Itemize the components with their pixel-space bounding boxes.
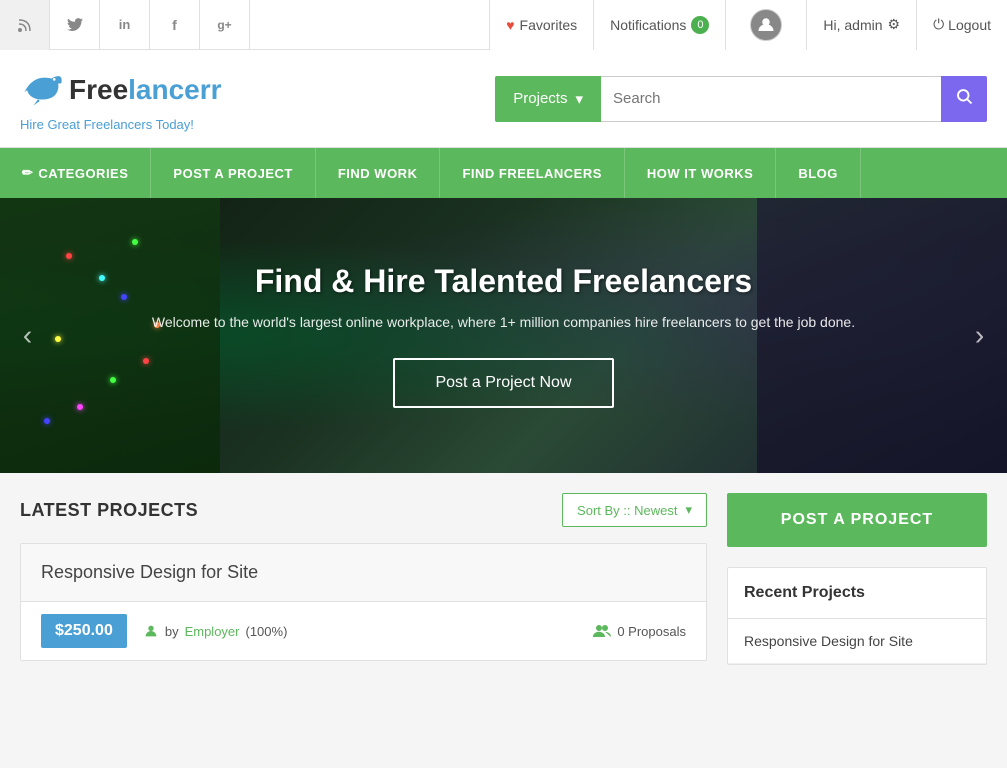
top-bar: in f g+ ♥ Favorites Notifications 0 Hi, …: [0, 0, 1007, 50]
nav-how-it-works[interactable]: HOW IT WORKS: [625, 148, 776, 198]
notifications-button[interactable]: Notifications 0: [593, 0, 725, 50]
project-price: $250.00: [41, 614, 127, 648]
find-freelancers-label: FIND FREELANCERS: [462, 166, 601, 181]
recent-project-item[interactable]: Responsive Design for Site: [728, 619, 986, 664]
author-prefix: by: [165, 624, 179, 639]
projects-label: Projects: [513, 90, 567, 107]
projects-dropdown-button[interactable]: Projects ▾: [495, 76, 601, 122]
favorites-label: Favorites: [520, 17, 578, 33]
categories-label: CATEGORIES: [38, 166, 128, 181]
hero-next-button[interactable]: ›: [962, 318, 997, 353]
logout-label: Logout: [948, 17, 991, 33]
avatar-button[interactable]: [725, 0, 806, 50]
googleplus-icon[interactable]: g+: [200, 0, 250, 50]
blog-label: BLOG: [798, 166, 838, 181]
author-link[interactable]: Employer: [185, 624, 240, 639]
hero-cta-button[interactable]: Post a Project Now: [393, 358, 613, 408]
header: Freelancerr Hire Great Freelancers Today…: [0, 50, 1007, 148]
sort-label: Sort By :: Newest: [577, 503, 677, 518]
nav-find-freelancers[interactable]: FIND FREELANCERS: [440, 148, 624, 198]
search-area: Projects ▾: [495, 76, 987, 122]
social-icons: in f g+: [0, 0, 250, 50]
latest-projects-title: LATEST PROJECTS: [20, 500, 198, 521]
post-project-label: POST A PROJECT: [173, 166, 292, 181]
favorites-button[interactable]: ♥ Favorites: [489, 0, 593, 50]
pencil-icon: ✏: [22, 165, 33, 181]
linkedin-icon[interactable]: in: [100, 0, 150, 50]
avatar: [750, 9, 782, 41]
tagline: Hire Great Freelancers Today!: [20, 117, 222, 132]
twitter-icon[interactable]: [50, 0, 100, 50]
top-bar-right: ♥ Favorites Notifications 0 Hi, admin ⚙ …: [489, 0, 1007, 50]
right-column: POST A PROJECT Recent Projects Responsiv…: [727, 493, 987, 665]
hi-admin-button[interactable]: Hi, admin ⚙: [806, 0, 916, 50]
logo-area: Freelancerr Hire Great Freelancers Today…: [20, 65, 222, 132]
logo-text: Freelancerr: [69, 74, 222, 106]
power-icon: ⏻: [933, 16, 944, 33]
search-icon: [955, 87, 973, 110]
logo-bird-icon: [20, 65, 65, 115]
latest-projects-header: LATEST PROJECTS Sort By :: Newest ▾: [20, 493, 707, 527]
logout-button[interactable]: ⏻ Logout: [916, 0, 1007, 50]
facebook-icon[interactable]: f: [150, 0, 200, 50]
main-nav: ✏ CATEGORIES POST A PROJECT FIND WORK FI…: [0, 148, 1007, 198]
nav-find-work[interactable]: FIND WORK: [316, 148, 441, 198]
rss-icon[interactable]: [0, 0, 50, 50]
recent-projects-title: Recent Projects: [728, 568, 986, 619]
proposals-count: 0 Proposals: [617, 624, 686, 639]
how-it-works-label: HOW IT WORKS: [647, 166, 753, 181]
recent-projects-section: Recent Projects Responsive Design for Si…: [727, 567, 987, 665]
author-percent: (100%): [246, 624, 288, 639]
project-card: Responsive Design for Site $250.00 by Em…: [20, 543, 707, 661]
proposals-icon: [593, 623, 611, 639]
project-author: by Employer (100%): [143, 623, 594, 639]
sort-button[interactable]: Sort By :: Newest ▾: [562, 493, 707, 527]
search-button[interactable]: [941, 76, 987, 122]
hero-title: Find & Hire Talented Freelancers: [152, 263, 855, 300]
chevron-down-icon: ▾: [575, 90, 583, 108]
heart-icon: ♥: [506, 17, 514, 33]
project-proposals: 0 Proposals: [593, 623, 686, 639]
nav-post-project[interactable]: POST A PROJECT: [151, 148, 315, 198]
hero-prev-button[interactable]: ‹: [10, 318, 45, 353]
chevron-down-icon: ▾: [685, 502, 692, 518]
post-project-button[interactable]: POST A PROJECT: [727, 493, 987, 547]
project-card-footer: $250.00 by Employer (100%): [21, 602, 706, 660]
nav-blog[interactable]: BLOG: [776, 148, 861, 198]
hero-content: Find & Hire Talented Freelancers Welcome…: [152, 263, 855, 408]
logo[interactable]: Freelancerr: [20, 65, 222, 115]
user-icon: [143, 623, 159, 639]
left-column: LATEST PROJECTS Sort By :: Newest ▾ Resp…: [20, 493, 707, 665]
hi-admin-label: Hi, admin: [823, 17, 882, 33]
main-content: LATEST PROJECTS Sort By :: Newest ▾ Resp…: [0, 473, 1007, 685]
project-title: Responsive Design for Site: [21, 544, 706, 602]
hero-subtitle: Welcome to the world's largest online wo…: [152, 314, 855, 330]
search-input[interactable]: [601, 76, 941, 122]
nav-categories[interactable]: ✏ CATEGORIES: [0, 148, 151, 198]
notifications-label: Notifications: [610, 17, 686, 33]
hero-section: ‹ Find & Hire Talented Freelancers Welco…: [0, 198, 1007, 473]
settings-icon: ⚙: [888, 16, 901, 33]
find-work-label: FIND WORK: [338, 166, 418, 181]
notifications-badge: 0: [691, 16, 709, 34]
